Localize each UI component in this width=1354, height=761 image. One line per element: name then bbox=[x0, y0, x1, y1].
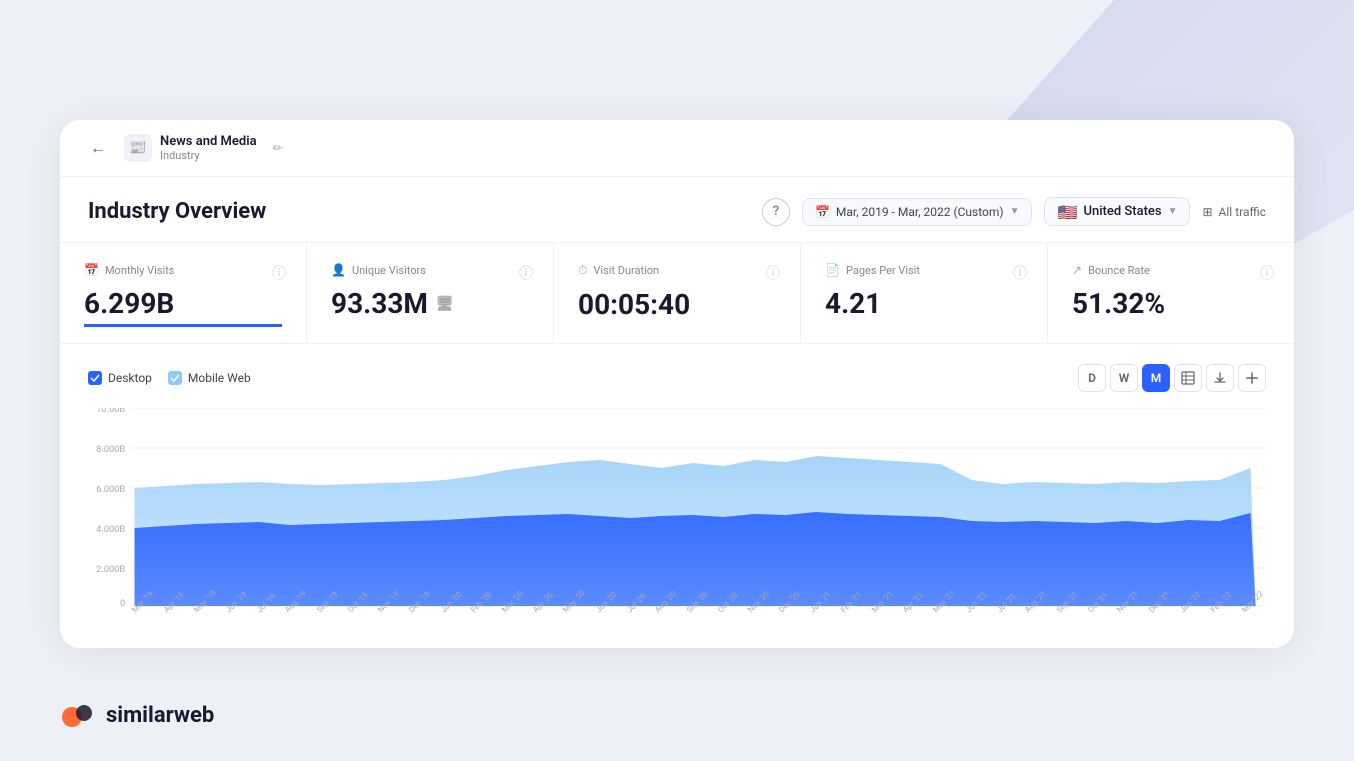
country-selector[interactable]: 🇺🇸 United States ▼ bbox=[1044, 197, 1190, 226]
traffic-label-text: All traffic bbox=[1219, 205, 1266, 219]
chart-controls: Desktop Mobile Web D W M bbox=[88, 364, 1266, 392]
area-chart: 10.00B 8.000B 6.000B 4.000B 2.000B 0 bbox=[88, 408, 1266, 608]
chart-area: Desktop Mobile Web D W M bbox=[60, 344, 1294, 648]
monthly-visits-value: 6.299B bbox=[84, 287, 282, 327]
clock-metric-icon: ⏱ bbox=[578, 263, 587, 278]
help-button[interactable]: ? bbox=[762, 198, 790, 226]
mobile-checkbox[interactable] bbox=[168, 371, 182, 385]
visit-duration-info[interactable]: ⓘ bbox=[766, 263, 780, 283]
svg-text:2.000B: 2.000B bbox=[96, 565, 125, 575]
metric-bounce-rate[interactable]: ↗ Bounce Rate 51.32% ⓘ bbox=[1048, 243, 1294, 343]
visit-duration-value: 00:05:40 bbox=[578, 288, 776, 321]
metrics-row: 📅 Monthly Visits 6.299B ⓘ 👤 Unique Visit… bbox=[60, 243, 1294, 344]
user-metric-icon: 👤 bbox=[331, 263, 346, 277]
unique-visitors-label: 👤 Unique Visitors bbox=[331, 263, 529, 277]
breadcrumb-title: News and Media bbox=[160, 134, 257, 149]
pages-per-visit-value: 4.21 bbox=[825, 287, 1023, 320]
svg-text:4.000B: 4.000B bbox=[96, 525, 125, 535]
monthly-visits-label: 📅 Monthly Visits bbox=[84, 263, 282, 277]
header-controls: ? 📅 Mar, 2019 - Mar, 2022 (Custom) ▼ 🇺🇸 … bbox=[762, 197, 1266, 226]
date-range-picker[interactable]: 📅 Mar, 2019 - Mar, 2022 (Custom) ▼ bbox=[802, 198, 1033, 226]
brand-logo-area: similarweb bbox=[60, 697, 214, 733]
back-button[interactable]: ← bbox=[84, 134, 112, 162]
calendar-icon: 📅 bbox=[815, 205, 830, 219]
excel-export-button[interactable] bbox=[1174, 364, 1202, 392]
desktop-metric-icon: 🖥 bbox=[436, 296, 454, 312]
header-bar: ← 📰 News and Media Industry ✏ bbox=[60, 120, 1294, 177]
svg-text:10.00B: 10.00B bbox=[96, 408, 125, 415]
chart-legend: Desktop Mobile Web bbox=[88, 371, 251, 385]
desktop-legend-label: Desktop bbox=[108, 371, 152, 385]
x-axis-labels: Mar '19 Apr '19 May '19 Jun '19 Jul '19 … bbox=[88, 608, 1266, 617]
unique-visitors-info[interactable]: ⓘ bbox=[519, 263, 533, 283]
breadcrumb-subtitle: Industry bbox=[160, 149, 257, 162]
visit-duration-label: ⏱ Visit Duration bbox=[578, 263, 776, 278]
traffic-selector[interactable]: ⊞ All traffic bbox=[1202, 205, 1266, 219]
country-chevron-icon: ▼ bbox=[1168, 206, 1178, 217]
breadcrumb-icon: 📰 bbox=[124, 134, 152, 162]
svg-text:8.000B: 8.000B bbox=[96, 445, 125, 455]
brand-name: similarweb bbox=[106, 703, 214, 728]
main-panel: ← 📰 News and Media Industry ✏ Industry O… bbox=[60, 120, 1294, 648]
pages-per-visit-info[interactable]: ⓘ bbox=[1013, 263, 1027, 283]
country-flag-icon: 🇺🇸 bbox=[1057, 205, 1077, 219]
traffic-grid-icon: ⊞ bbox=[1202, 205, 1212, 219]
bounce-rate-info[interactable]: ⓘ bbox=[1260, 263, 1274, 283]
desktop-checkbox[interactable] bbox=[88, 371, 102, 385]
unique-visitors-value: 93.33M 🖥 bbox=[331, 287, 529, 320]
legend-mobile[interactable]: Mobile Web bbox=[168, 371, 251, 385]
bounce-metric-icon: ↗ bbox=[1072, 263, 1082, 277]
period-day-button[interactable]: D bbox=[1078, 364, 1106, 392]
metric-pages-per-visit[interactable]: 📄 Pages Per Visit 4.21 ⓘ bbox=[801, 243, 1048, 343]
date-chevron-icon: ▼ bbox=[1010, 206, 1020, 217]
monthly-visits-info[interactable]: ⓘ bbox=[272, 263, 286, 283]
bounce-rate-label: ↗ Bounce Rate bbox=[1072, 263, 1270, 277]
svg-text:6.000B: 6.000B bbox=[96, 485, 125, 495]
breadcrumb: 📰 News and Media Industry ✏ bbox=[124, 134, 283, 162]
chart-container: 10.00B 8.000B 6.000B 4.000B 2.000B 0 Mar… bbox=[88, 408, 1266, 628]
page-header: Industry Overview ? 📅 Mar, 2019 - Mar, 2… bbox=[60, 177, 1294, 243]
add-chart-button[interactable] bbox=[1238, 364, 1266, 392]
logo-icon bbox=[60, 697, 96, 733]
breadcrumb-text: News and Media Industry bbox=[160, 134, 257, 162]
similarweb-logo bbox=[60, 697, 96, 733]
metric-unique-visitors[interactable]: 👤 Unique Visitors 93.33M 🖥 ⓘ bbox=[307, 243, 554, 343]
metric-monthly-visits[interactable]: 📅 Monthly Visits 6.299B ⓘ bbox=[60, 243, 307, 343]
legend-desktop[interactable]: Desktop bbox=[88, 371, 152, 385]
pages-metric-icon: 📄 bbox=[825, 263, 840, 277]
calendar-metric-icon: 📅 bbox=[84, 263, 99, 277]
period-buttons: D W M bbox=[1078, 364, 1266, 392]
svg-text:0: 0 bbox=[120, 599, 125, 608]
mobile-legend-label: Mobile Web bbox=[188, 371, 251, 385]
country-label: United States bbox=[1083, 204, 1161, 219]
metric-visit-duration[interactable]: ⏱ Visit Duration 00:05:40 ⓘ bbox=[554, 243, 801, 343]
period-week-button[interactable]: W bbox=[1110, 364, 1138, 392]
pages-per-visit-label: 📄 Pages Per Visit bbox=[825, 263, 1023, 277]
bounce-rate-value: 51.32% bbox=[1072, 287, 1270, 320]
page-title: Industry Overview bbox=[88, 199, 266, 224]
download-button[interactable] bbox=[1206, 364, 1234, 392]
period-month-button[interactable]: M bbox=[1142, 364, 1170, 392]
date-range-label: Mar, 2019 - Mar, 2022 (Custom) bbox=[836, 205, 1004, 219]
edit-icon[interactable]: ✏ bbox=[273, 141, 283, 155]
